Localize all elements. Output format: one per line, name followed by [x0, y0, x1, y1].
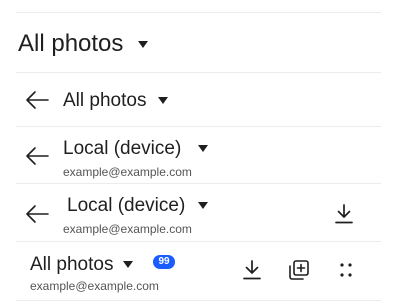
download-icon[interactable] [240, 258, 264, 282]
download-icon[interactable] [332, 202, 356, 226]
album-title[interactable]: Local (device) [67, 195, 185, 217]
page-title[interactable]: All photos [18, 30, 123, 58]
album-title[interactable]: All photos [63, 90, 146, 112]
divider-2 [16, 126, 381, 127]
caret-down-icon[interactable] [158, 97, 168, 104]
back-arrow-icon[interactable] [24, 145, 50, 167]
divider-4 [16, 241, 381, 242]
divider-top [16, 12, 381, 13]
header-row: All photos [0, 20, 397, 70]
back-arrow-icon[interactable] [24, 203, 50, 225]
album-title[interactable]: Local (device) [63, 138, 181, 160]
more-options-icon[interactable] [334, 258, 358, 282]
add-to-album-icon[interactable] [287, 258, 311, 282]
caret-down-icon[interactable] [138, 41, 148, 48]
variant-d-row: All photos 99 example@example.com [0, 244, 397, 300]
caret-down-icon[interactable] [198, 145, 208, 152]
variant-a-row: All photos [0, 80, 397, 124]
back-arrow-icon[interactable] [24, 89, 50, 111]
divider-1 [16, 72, 381, 73]
variant-c-row: Local (device) example@example.com [0, 186, 397, 240]
divider-bottom [16, 300, 381, 301]
account-email: example@example.com [63, 222, 192, 236]
variant-b-row: Local (device) example@example.com [0, 128, 397, 182]
divider-3 [16, 183, 381, 184]
account-email: example@example.com [30, 279, 159, 293]
account-email: example@example.com [63, 165, 192, 179]
notification-badge: 99 [153, 255, 175, 269]
caret-down-icon[interactable] [198, 202, 208, 209]
caret-down-icon[interactable] [123, 261, 133, 268]
album-title[interactable]: All photos [30, 254, 113, 276]
